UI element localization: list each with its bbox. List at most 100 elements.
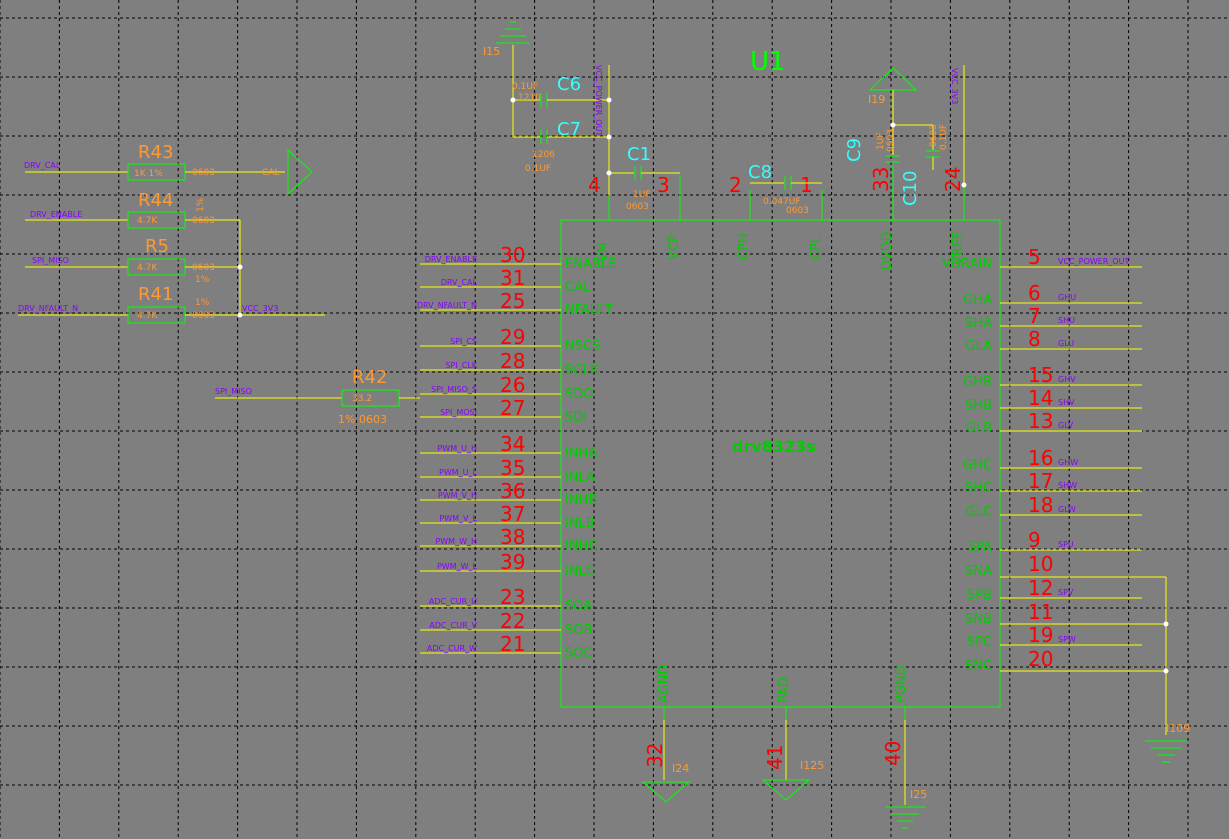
pin-name: INLB (565, 516, 595, 531)
pin-number: 10 (1028, 552, 1053, 576)
r41-package: 0603 (192, 311, 215, 321)
net-label: DRV_ENABLE (30, 210, 82, 219)
net-label: PWM_U_L (439, 468, 477, 477)
pin-name: SCLK (565, 363, 599, 378)
pin-name: PAD (777, 677, 792, 703)
pin-name: DVDD (880, 231, 895, 270)
right-pin[interactable]: SPA 9 SPU (968, 528, 1142, 555)
pin-number: 20 (1028, 647, 1053, 671)
net-label: DRV_CAL (24, 161, 61, 170)
pin-number: 22 (500, 609, 525, 633)
pin-name: SPC (967, 635, 992, 650)
pin-number: 29 (500, 325, 525, 349)
pin-name: GLA (965, 339, 992, 354)
right-pin[interactable]: SNA 10 (965, 552, 1053, 579)
pin-name: NFAULT (565, 303, 613, 318)
c8-package: 0603 (786, 206, 809, 216)
net-label: PWM_V_L (439, 514, 477, 523)
net-label: VCC_POWER_OUT (594, 65, 603, 136)
c7-package: 1206 (532, 150, 555, 160)
pin-number: 4 (588, 173, 601, 197)
vm-supply-caps: I15 C6 0.1UF 1210 C7 1206 0.1UF VCC_POWE… (483, 21, 680, 212)
right-pin[interactable]: SPC 19 SPW (967, 623, 1142, 650)
pin-number: 30 (500, 243, 525, 267)
schematic-canvas[interactable]: U1 drv8323s 30 ENABLEDRV_ENABLE31 CALDRV_C… (0, 0, 1229, 839)
pin-name: PGND (894, 665, 909, 703)
pin-number: 7 (1028, 304, 1041, 328)
pin-number: 40 (881, 741, 905, 766)
pin-name: VM (596, 242, 611, 262)
pin-number: 38 (500, 525, 525, 549)
pin-name: GLB (966, 421, 992, 436)
right-pin[interactable]: GLC 18 GLW (966, 493, 1142, 520)
pin-name: INHA (565, 446, 597, 461)
left-pin[interactable]: 27 SDI SPI_MOSI (420, 396, 587, 425)
pin-name: CPH (737, 233, 752, 260)
right-pin[interactable]: GLB 13 GLV (966, 409, 1142, 436)
c9-refdes: C9 (844, 138, 865, 162)
net-label: SPI_MOSI (440, 408, 477, 417)
pin-number: 33 (869, 167, 893, 192)
pin-number: 39 (500, 550, 525, 574)
net-label: SPW (1058, 635, 1076, 644)
net-label: GLU (1058, 339, 1074, 348)
net-label: ADC_CUR_W (427, 644, 477, 653)
offpage-connector-icon (287, 148, 313, 196)
net-label: GHU (1058, 293, 1076, 302)
r42-refdes: R42 (352, 367, 387, 388)
right-pin[interactable]: GLA 8 GLU (965, 327, 1142, 354)
left-pin[interactable]: 39 INLC PWM_W_L (420, 550, 595, 579)
r5-refdes: R5 (145, 236, 169, 257)
pin-number: 3 (657, 173, 670, 197)
right-pin[interactable]: GHA 6 GHU (963, 281, 1142, 308)
pin-number: 35 (500, 456, 525, 480)
pin-number: 9 (1028, 528, 1041, 552)
inst-label: I125 (800, 759, 824, 772)
ic-body[interactable] (560, 219, 1001, 708)
c9-value: 1UF (876, 133, 886, 151)
left-pin-group: 30 ENABLEDRV_ENABLE31 CALDRV_CAL25 NFAULTDR… (417, 243, 616, 661)
r43-package: 0603 (192, 168, 215, 178)
pin-number: 26 (500, 373, 525, 397)
right-pin[interactable]: SHB 14 SHV (965, 386, 1142, 413)
right-pin[interactable]: SHC 17 SHW (965, 469, 1142, 496)
pin-number: 31 (500, 266, 525, 290)
pin-name: SOA (565, 599, 592, 614)
net-label: CAL (262, 168, 279, 178)
pin-number: 14 (1028, 386, 1053, 410)
right-pin[interactable]: SHA 7 SHU (965, 304, 1142, 331)
pin-name: SNA (965, 564, 992, 579)
pin-number: 25 (500, 289, 525, 313)
pin-name: SPA (968, 540, 992, 555)
r41-value: 4.7K (137, 311, 158, 321)
net-label: VCC_POWER_OUT (1058, 257, 1129, 266)
c7-value: 0.1UF (525, 164, 551, 174)
r42-value: 33.2 (352, 394, 372, 404)
c6-refdes: C6 (557, 74, 581, 95)
pin-name: CAL (565, 280, 591, 295)
r41-tolerance: 1% (195, 298, 210, 308)
pin-number: 37 (500, 502, 525, 526)
c1-value: 1UF (633, 190, 651, 200)
right-pin[interactable]: SNC 20 (965, 647, 1054, 674)
right-pin[interactable]: SPB 12 SPV (967, 576, 1142, 603)
net-label: DRV_ENABLE (425, 255, 477, 264)
r5-tolerance: 1% (195, 275, 210, 285)
net-label: SHU (1058, 316, 1075, 325)
c1-refdes: C1 (627, 144, 651, 165)
right-pin[interactable]: VDRAIN 5 VCC_POWER_OUT (942, 245, 1142, 272)
pin-number: 21 (500, 632, 525, 656)
inst-label: I15 (483, 45, 500, 58)
net-label: PWM_W_H (435, 537, 477, 546)
c6-value: 0.1UF (512, 82, 538, 92)
net-label: GLW (1058, 505, 1076, 514)
pin-name: CPL (809, 235, 824, 260)
pin-name: GLC (966, 505, 992, 520)
pin-number: 36 (500, 479, 525, 503)
pin-name: AGND (657, 665, 672, 703)
pin-name: VCP (667, 234, 682, 260)
r44-tolerance: 1% (196, 197, 206, 212)
r44-refdes: R44 (138, 190, 173, 211)
r44-package: 0603 (192, 216, 215, 226)
pin-name: SDO (565, 387, 594, 402)
